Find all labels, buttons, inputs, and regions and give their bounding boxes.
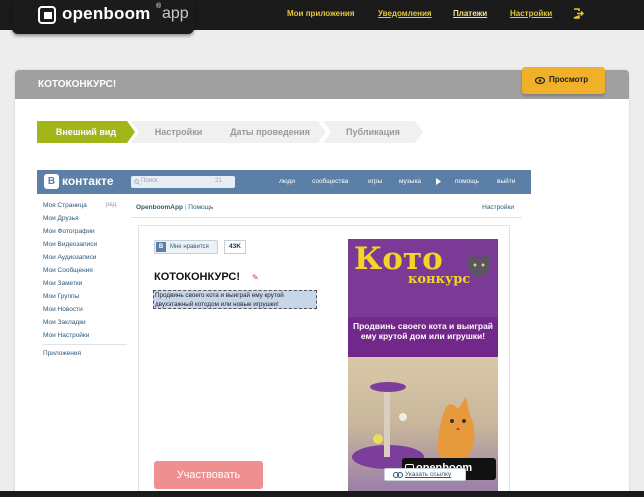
contest-description[interactable]: Продвинь своего кота и выиграй ему круто… — [153, 290, 317, 309]
sidebar-item-notes[interactable]: Мои Заметки — [43, 280, 82, 287]
sidebar-item-messages[interactable]: Мои Сообщения — [43, 267, 93, 274]
vk-breadcrumb-bar: OpenboomApp | Помощь Настройки — [131, 198, 522, 218]
participate-button[interactable]: Участвовать — [154, 461, 263, 489]
bottom-bar — [0, 491, 644, 497]
contest-title[interactable]: КОТОКОНКУРС! — [154, 271, 240, 283]
sidebar-item-settings[interactable]: Мои Настройки — [43, 332, 89, 339]
search-icon — [134, 179, 140, 185]
like-button[interactable]: В Мне нравится — [154, 240, 218, 254]
eye-icon — [535, 77, 545, 84]
nav-payments[interactable]: Платежи — [453, 9, 487, 18]
nav-my-apps[interactable]: Мои приложения — [287, 9, 355, 18]
logo-icon — [38, 6, 56, 24]
step-label: Настройки — [154, 127, 203, 137]
logout-icon[interactable] — [573, 8, 584, 19]
sidebar-item-groups[interactable]: Мои Группы — [43, 293, 79, 300]
breadcrumb-separator: | — [184, 204, 187, 211]
sidebar-item-friends[interactable]: Мои Друзья — [43, 215, 79, 222]
link-icon — [393, 472, 403, 478]
pencil-icon[interactable]: ✎ — [252, 273, 259, 282]
contest-poster[interactable]: Кото конкурс Продвинь своего кота и выиг… — [348, 239, 498, 491]
step-settings[interactable]: Настройки — [131, 121, 226, 143]
vk-logo-text: контакте — [62, 174, 114, 188]
page-title: КОТОКОНКУРС! — [38, 79, 117, 90]
preview-label: Просмотр — [549, 75, 589, 84]
sidebar-edit-link[interactable]: ред. — [106, 202, 118, 208]
vk-nav-games[interactable]: игры — [368, 178, 382, 185]
step-appearance[interactable]: Внешний вид — [37, 121, 135, 143]
sidebar-item-bookmarks[interactable]: Мои Закладки — [43, 319, 86, 326]
nav-notifications[interactable]: Уведомления — [378, 9, 432, 18]
vk-logo-icon: В — [44, 174, 59, 189]
vk-nav-music[interactable]: музыка — [399, 178, 421, 185]
vk-nav-logout[interactable]: выйти — [497, 178, 515, 185]
poster-title-bottom: конкурс — [408, 272, 471, 287]
preview-button[interactable]: Просмотр — [522, 67, 605, 94]
sidebar-item-apps[interactable]: Приложения — [43, 350, 81, 357]
nav-settings[interactable]: Настройки — [510, 9, 552, 18]
step-dates[interactable]: Даты проведения — [214, 121, 326, 143]
search-count: 21 — [215, 178, 222, 184]
step-label: Внешний вид — [55, 127, 117, 137]
step-label: Публикация — [346, 127, 400, 137]
brand-suffix: app — [162, 5, 189, 22]
breadcrumb: OpenboomApp | Помощь — [136, 204, 213, 211]
brand-name: openboom — [62, 4, 151, 23]
search-placeholder: Поиск — [141, 178, 158, 184]
cat-icon — [467, 253, 491, 277]
sidebar-item-audio[interactable]: Мои Аудиозаписи — [43, 254, 96, 261]
like-label: Мне нравится — [170, 244, 209, 250]
play-icon[interactable] — [436, 178, 441, 185]
vk-like-icon: В — [156, 242, 166, 252]
poster-subtitle: Продвинь своего кота и выиграй ему круто… — [352, 321, 494, 341]
vk-nav-help[interactable]: помощь — [455, 178, 479, 185]
set-link-button[interactable]: Указать ссылку — [384, 468, 466, 481]
set-link-label: Указать ссылку — [405, 471, 452, 478]
sidebar-item-news[interactable]: Мои Новости — [43, 306, 83, 313]
vk-header: В контакте Поиск 21 люди сообщества игры… — [37, 170, 531, 194]
sidebar-divider — [43, 344, 127, 345]
vk-settings-link[interactable]: Настройки — [482, 204, 514, 211]
vk-nav-communities[interactable]: сообщества — [312, 178, 348, 185]
brand-reg: ® — [156, 3, 162, 10]
breadcrumb-app[interactable]: OpenboomApp — [136, 204, 183, 211]
vk-nav-people[interactable]: люди — [279, 178, 295, 185]
like-count: 43K — [224, 240, 246, 254]
step-publication[interactable]: Публикация — [323, 121, 423, 143]
step-label: Даты проведения — [230, 127, 310, 137]
breadcrumb-help[interactable]: Помощь — [188, 204, 213, 211]
vk-search-input[interactable]: Поиск 21 — [131, 176, 235, 188]
sidebar-item-photos[interactable]: Мои Фотографии — [43, 228, 95, 235]
sidebar-item-my-page[interactable]: Моя Страница — [43, 202, 87, 209]
brand-logo[interactable]: openboom ® app — [12, 0, 194, 34]
sidebar-item-videos[interactable]: Мои Видеозаписи — [43, 241, 97, 248]
